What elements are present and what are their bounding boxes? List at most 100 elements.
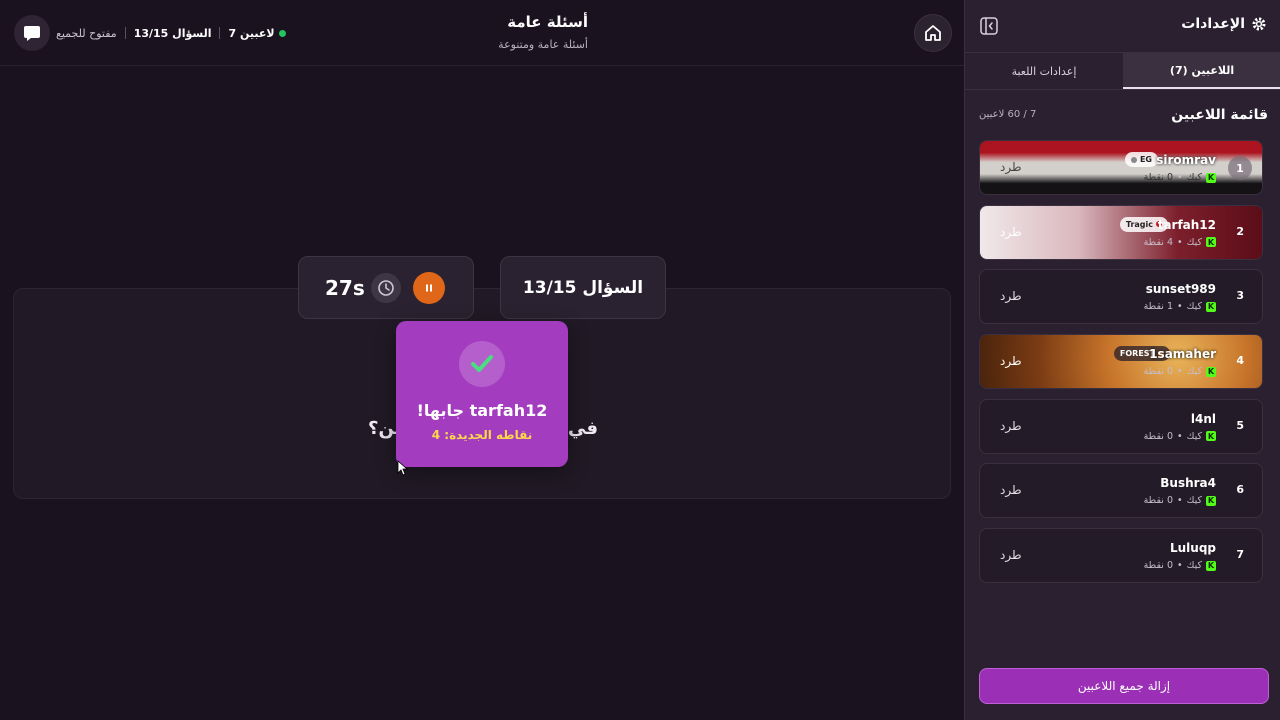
timer-card: 27s (298, 256, 474, 319)
kick-button[interactable]: طرد (1000, 225, 1022, 239)
player-points: 0 نقطة (1143, 366, 1173, 378)
player-name: Luluqp (1169, 541, 1216, 556)
player-points: 1 نقطة (1143, 301, 1173, 313)
page-title: أسئلة عامة (507, 13, 588, 31)
player-row: طرد Bushra4 K كيك • 0 نقطة 6 (979, 463, 1263, 519)
player-meta: K كيك • 0 نقطة (1144, 172, 1216, 183)
sidebar-tabs: إعدادات اللعبة اللاعبين (7) (965, 52, 1280, 90)
kick-button[interactable]: طرد (1000, 548, 1022, 562)
players-online: 7 لاعبين (228, 26, 286, 40)
toast-subtitle: نقاطه الجديدة: 4 (431, 428, 533, 442)
pause-icon (426, 284, 432, 291)
online-status-icon (278, 29, 286, 37)
player-row: طرد Tragic tarfah12 K كيك • 4 نقطة 2 (979, 204, 1263, 260)
meta-separator: • (1176, 366, 1183, 378)
sidebar-title: الإعدادات (1181, 16, 1267, 32)
question-counter: السؤال 13/15 (500, 256, 666, 319)
player-platform: كيك (1186, 430, 1202, 442)
player-name: siromrav (1156, 153, 1216, 167)
kick-platform-icon: K (1206, 172, 1216, 183)
player-name: tarfah12 (1157, 217, 1216, 232)
player-points: 0 نقطة (1143, 430, 1173, 442)
player-rank: 4 (1236, 354, 1244, 368)
correct-answer-toast: tarfah12 جابها! نقاطه الجديدة: 4 (396, 321, 568, 467)
sidebar-header: الإعدادات (965, 0, 1280, 52)
meta-separator: • (1176, 495, 1183, 507)
player-platform: كيك (1186, 301, 1202, 313)
player-platform: كيك (1186, 236, 1202, 248)
player-platform: كيك (1186, 495, 1202, 507)
kick-platform-icon: K (1206, 366, 1216, 377)
kick-button[interactable]: طرد (1000, 354, 1022, 368)
home-button[interactable] (914, 14, 952, 52)
player-row: طرد Luluqp K كيك • 0 نقطة 7 (979, 528, 1263, 584)
player-meta: K كيك • 1 نقطة (1144, 301, 1216, 312)
kick-platform-icon: K (1206, 431, 1216, 442)
tab-players[interactable]: اللاعبين (7) (1123, 53, 1280, 89)
player-points: 4 نقطة (1143, 236, 1173, 248)
player-meta: K كيك • 0 نقطة (1144, 431, 1216, 442)
player-badge: EG (1124, 152, 1158, 167)
collapse-sidebar-icon[interactable] (979, 16, 999, 36)
player-name: 1samaher (1149, 347, 1216, 362)
player-points: 0 نقطة (1143, 495, 1173, 507)
player-banner (980, 141, 1262, 194)
meta-separator: • (1176, 560, 1183, 572)
player-name: Bushra4 (1160, 476, 1216, 491)
meta-separator: • (1176, 430, 1183, 442)
player-meta: K كيك • 0 نقطة (1144, 495, 1216, 506)
player-meta: K كيك • 4 نقطة (1144, 237, 1216, 248)
divider (219, 27, 221, 39)
meta-separator: • (1176, 172, 1183, 183)
gear-icon (1252, 17, 1266, 31)
players-list-count: 7 / 60 لاعبين (979, 109, 1037, 120)
kick-platform-icon: K (1206, 560, 1216, 571)
mouse-cursor-icon (397, 460, 409, 476)
player-rank: 5 (1236, 418, 1244, 432)
player-points: 0 نقطة (1143, 560, 1173, 572)
player-meta: K كيك • 0 نقطة (1144, 366, 1216, 377)
chat-logo-icon[interactable] (14, 15, 50, 51)
player-banner (980, 205, 1262, 259)
kick-button[interactable]: طرد (1000, 483, 1022, 497)
kick-button[interactable]: طرد (1000, 419, 1022, 433)
room-meta: مفتوح للجميع السؤال 13/15 7 لاعبين (56, 25, 286, 41)
player-row: طرد sunset989 K كيك • 1 نقطة 3 (979, 269, 1263, 325)
players-list-title: قائمة اللاعبين (1171, 107, 1268, 123)
kick-platform-icon: K (1206, 301, 1216, 312)
meta-separator: • (1176, 236, 1183, 248)
top-bar: مفتوح للجميع السؤال 13/15 7 لاعبين أسئلة… (0, 0, 964, 66)
remove-all-players-button[interactable]: إزالة جميع اللاعبين (979, 668, 1269, 704)
player-rank: 7 (1236, 548, 1244, 562)
badge-dot (1130, 156, 1137, 163)
player-banner (980, 335, 1262, 389)
badge-label: Tragic (1125, 219, 1153, 229)
players-online-label: 7 لاعبين (228, 26, 275, 40)
timer-value: 27s (325, 275, 365, 300)
pause-button[interactable] (413, 271, 445, 304)
settings-sidebar: الإعدادات إعدادات اللعبة اللاعبين (7) قا… (964, 0, 1280, 720)
player-name: sunset989 (1145, 282, 1216, 297)
player-platform: كيك (1186, 560, 1202, 572)
divider (124, 27, 126, 39)
page-subtitle: أسئلة عامة ومتنوعة (498, 38, 588, 51)
player-row: طرد EG siromrav K كيك • 0 نقطة 1 (979, 140, 1263, 195)
player-rank: 2 (1236, 224, 1244, 238)
meta-separator: • (1176, 301, 1183, 313)
question-text-right: في (568, 418, 598, 439)
player-name: l4nl (1190, 411, 1216, 426)
kick-button[interactable]: طرد (1000, 160, 1022, 174)
badge-label: EG (1139, 155, 1152, 164)
player-rank: 6 (1236, 483, 1244, 497)
clock-icon (371, 272, 401, 303)
player-row: طرد FOREST 1samaher K كيك • 0 نقطة 4 (979, 334, 1263, 390)
tab-game-settings[interactable]: إعدادات اللعبة (965, 53, 1123, 89)
player-platform: كيك (1186, 366, 1202, 378)
player-points: 0 نقطة (1143, 172, 1173, 183)
kick-platform-icon: K (1206, 495, 1216, 506)
room-status: مفتوح للجميع (56, 26, 117, 40)
check-icon (459, 341, 505, 387)
kick-button[interactable]: طرد (1000, 289, 1022, 303)
sidebar-title-label: الإعدادات (1181, 16, 1245, 32)
player-row: طرد l4nl K كيك • 0 نقطة 5 (979, 398, 1263, 454)
